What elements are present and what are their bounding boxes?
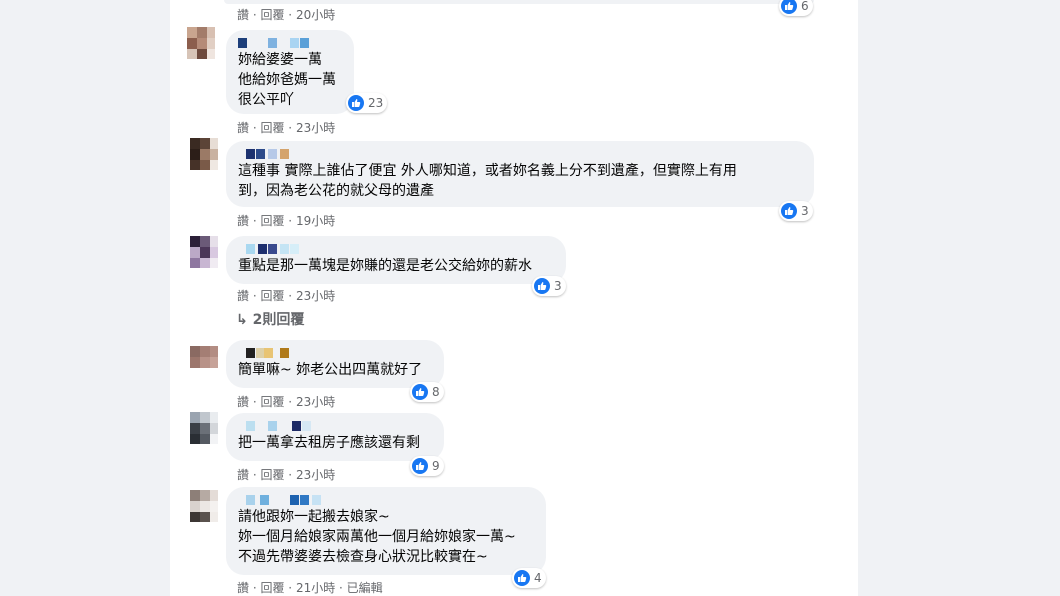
author-name[interactable] — [238, 419, 432, 433]
timestamp[interactable]: 23小時 — [296, 289, 335, 303]
previous-comment-bubble-edge — [224, 0, 814, 4]
reaction-count[interactable]: 6 — [779, 0, 813, 16]
comment-text: 請他跟妳一起搬去娘家~ 妳一個月給娘家兩萬他一個月給妳娘家一萬~ 不過先帶婆婆去… — [238, 509, 516, 565]
like-link[interactable]: 讚 — [237, 121, 249, 135]
view-replies-link[interactable]: ↳ 2則回覆 — [236, 309, 304, 329]
reply-link[interactable]: 回覆 — [260, 289, 284, 303]
reaction-count[interactable]: 8 — [410, 382, 444, 402]
reaction-count[interactable]: 3 — [779, 201, 813, 221]
comment-text: 重點是那一萬塊是妳賺的還是老公交給妳的薪水 — [238, 258, 532, 274]
edited-label[interactable]: 已編輯 — [347, 581, 383, 595]
comment-meta: 讚 · 回覆 · 23小時 — [237, 121, 336, 135]
comment-meta: 讚 · 回覆 · 20小時 — [237, 8, 336, 22]
author-name[interactable] — [238, 242, 554, 256]
thumbs-up-icon — [781, 0, 797, 14]
comment-bubble: 這種事 實際上誰佔了便宜 外人哪知道，或者妳名義上分不到遺產，但實際上有用 到，… — [226, 141, 814, 207]
like-link[interactable]: 讚 — [237, 214, 249, 228]
thumbs-up-icon — [348, 95, 364, 111]
author-name[interactable] — [238, 346, 432, 360]
timestamp[interactable]: 23小時 — [296, 468, 335, 482]
comment-text: 把一萬拿去租房子應該還有剩 — [238, 435, 420, 451]
timestamp[interactable]: 21小時 — [296, 581, 335, 595]
reply-arrow-icon: ↳ — [236, 312, 248, 328]
comment-meta: 讚 · 回覆 · 23小時 — [237, 289, 336, 303]
thumbs-up-icon — [781, 203, 797, 219]
like-link[interactable]: 讚 — [237, 468, 249, 482]
timestamp[interactable]: 23小時 — [296, 395, 335, 409]
reaction-count[interactable]: 3 — [532, 276, 566, 296]
reply-link[interactable]: 回覆 — [260, 395, 284, 409]
comment-text: 簡單嘛~ 妳老公出四萬就好了 — [238, 362, 423, 378]
comment-bubble: 把一萬拿去租房子應該還有剩 — [226, 413, 444, 461]
timestamp[interactable]: 23小時 — [296, 121, 335, 135]
reply-link[interactable]: 回覆 — [260, 214, 284, 228]
reaction-count[interactable]: 9 — [410, 456, 444, 476]
author-name[interactable] — [238, 147, 802, 161]
comment-bubble: 重點是那一萬塊是妳賺的還是老公交給妳的薪水 — [226, 236, 566, 284]
thumbs-up-icon — [412, 458, 428, 474]
avatar[interactable] — [190, 490, 218, 522]
reply-link[interactable]: 回覆 — [260, 468, 284, 482]
comment-bubble: 簡單嘛~ 妳老公出四萬就好了 — [226, 340, 444, 388]
avatar[interactable] — [187, 27, 215, 59]
like-link[interactable]: 讚 — [237, 8, 249, 22]
timestamp[interactable]: 20小時 — [296, 8, 335, 22]
author-name[interactable] — [238, 36, 342, 50]
thumbs-up-icon — [412, 384, 428, 400]
avatar[interactable] — [190, 236, 218, 268]
comment-text: 這種事 實際上誰佔了便宜 外人哪知道，或者妳名義上分不到遺產，但實際上有用 到，… — [238, 163, 737, 199]
author-name[interactable] — [238, 493, 534, 507]
comment-bubble: 妳給婆婆一萬 他給妳爸媽一萬 很公平吖 — [226, 30, 354, 114]
comment-meta: 讚 · 回覆 · 23小時 — [237, 395, 336, 409]
reaction-count[interactable]: 4 — [512, 568, 546, 588]
comment-text: 妳給婆婆一萬 他給妳爸媽一萬 很公平吖 — [238, 52, 336, 108]
reply-link[interactable]: 回覆 — [260, 581, 284, 595]
thumbs-up-icon — [514, 570, 530, 586]
comment-meta: 讚 · 回覆 · 23小時 — [237, 468, 336, 482]
comment-bubble: 請他跟妳一起搬去娘家~ 妳一個月給娘家兩萬他一個月給妳娘家一萬~ 不過先帶婆婆去… — [226, 487, 546, 575]
comment-meta: 讚 · 回覆 · 21小時 · 已編輯 — [237, 581, 383, 595]
reply-link[interactable]: 回覆 — [260, 121, 284, 135]
thumbs-up-icon — [534, 278, 550, 294]
like-link[interactable]: 讚 — [237, 395, 249, 409]
like-link[interactable]: 讚 — [237, 581, 249, 595]
reply-link[interactable]: 回覆 — [260, 8, 284, 22]
avatar[interactable] — [190, 412, 218, 444]
timestamp[interactable]: 19小時 — [296, 214, 335, 228]
avatar[interactable] — [190, 138, 218, 170]
avatar[interactable] — [190, 346, 218, 378]
reaction-count[interactable]: 23 — [346, 93, 388, 113]
like-link[interactable]: 讚 — [237, 289, 249, 303]
comment-meta: 讚 · 回覆 · 19小時 — [237, 214, 336, 228]
